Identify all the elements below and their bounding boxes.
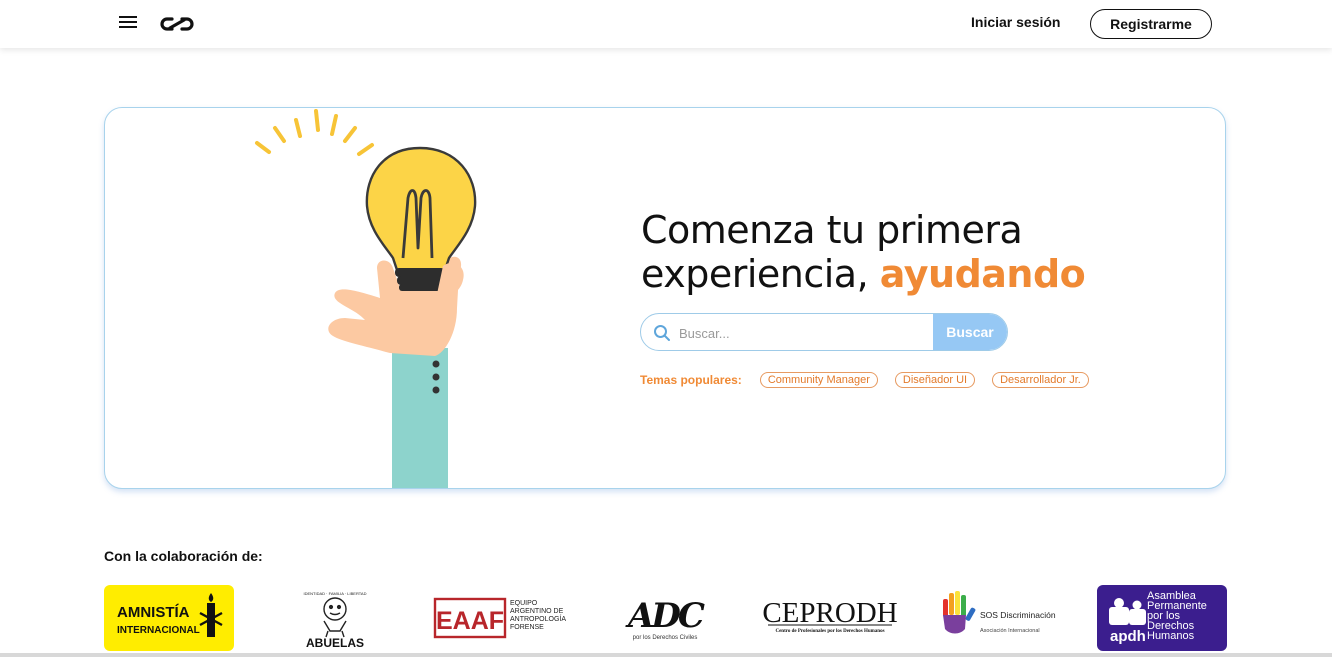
partner-amnistia-subname: INTERNACIONAL [117,625,200,636]
popular-topics: Temas populares: Community Manager Diseñ… [640,371,1106,389]
hero-title-line2: experiencia, [641,252,869,296]
hamburger-menu-icon[interactable] [119,16,139,32]
partner-amnistia-name: AMNISTÍA [117,604,190,621]
partner-apdh-name: apdh [1110,628,1146,645]
page-bottom-divider [0,653,1332,657]
partner-logo-sos: SOS Discriminación Asociación Internacio… [943,591,1056,634]
login-link[interactable]: Iniciar sesión [971,14,1060,30]
hero-title-accent: ayudando [879,252,1086,296]
partner-logo-amnistia: AMNISTÍA INTERNACIONAL [104,585,234,651]
search-button[interactable]: Buscar [933,314,1007,350]
partner-apdh-subname: Asamblea Permanente por los Derechos Hum… [1147,591,1207,642]
partner-abuelas-motto: IDENTIDAD · FAMILIA · LIBERTAD [304,591,367,596]
register-button[interactable]: Registrarme [1090,9,1212,39]
topic-chip-desarrollador-jr[interactable]: Desarrollador Jr. [992,372,1089,388]
partner-sos-name: SOS Discriminación [980,610,1056,620]
lightbulb-hand-illustration [255,109,477,488]
partner-logo-ceprodh: CEPRODH Centro de Profesionales por los … [762,597,897,634]
collaborations-title: Con la colaboración de: [104,548,263,564]
popular-topics-label: Temas populares: [640,373,742,387]
top-navbar: Iniciar sesión Registrarme [0,0,1332,48]
partner-eaaf-name: EAAF [436,607,504,635]
partner-sos-subname: Asociación Internacional [980,628,1040,634]
partner-logo-eaaf: EAAF EQUIPO ARGENTINO DE ANTROPOLOGÍA FO… [433,597,566,639]
hero-title-line1: Comenza tu primera [641,208,1023,252]
hero-title: Comenza tu primera experiencia, ayudando [641,208,1086,296]
partner-ceprodh-name: CEPRODH [762,597,897,629]
search-box: Buscar [640,313,1008,351]
abuelas-figure-icon [323,597,347,638]
search-icon [654,325,670,341]
rainbow-hand-icon [943,591,976,634]
partner-logo-apdh: apdh Asamblea Permanente por los Derecho… [1097,585,1227,651]
search-input[interactable] [677,314,931,350]
partner-abuelas-name: ABUELAS [306,636,364,650]
link-logo-icon[interactable] [158,14,196,34]
partner-ceprodh-subname: Centro de Profesionales por los Derechos… [775,629,884,634]
hero-card: Comenza tu primera experiencia, ayudando… [104,107,1226,489]
apdh-people-icon [1109,598,1146,625]
topic-chip-community-manager[interactable]: Community Manager [759,372,878,388]
partner-adc-subname: por los Derechos Civiles [633,635,698,641]
partner-logo-adc: ADC por los Derechos Civiles [625,596,708,641]
candle-icon [199,593,223,637]
partner-logo-abuelas: IDENTIDAD · FAMILIA · LIBERTAD ABUELAS [304,591,367,650]
partner-adc-name: ADC [625,596,705,636]
topic-chip-disenador-ui[interactable]: Diseñador UI [894,372,976,388]
partner-eaaf-subname: EQUIPO ARGENTINO DE ANTROPOLOGÍA FORENSE [510,600,566,631]
